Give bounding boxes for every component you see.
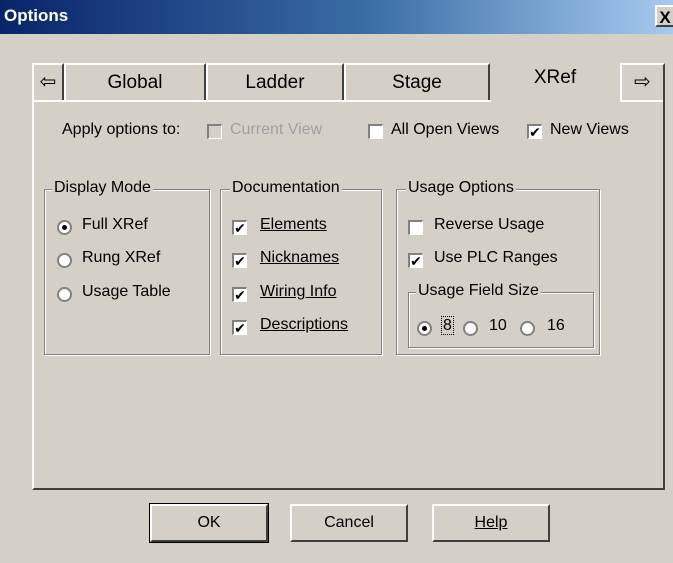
tab-xref[interactable]: XRef: [490, 60, 620, 98]
left-arrow-icon: ⇦: [39, 71, 57, 93]
tab-stage[interactable]: Stage: [344, 63, 490, 101]
new-views-checkbox[interactable]: ✔: [527, 124, 542, 139]
rung-xref-radio[interactable]: [57, 253, 72, 268]
all-open-views-checkbox[interactable]: [368, 124, 383, 139]
documentation-title: Documentation: [230, 179, 342, 197]
usage-field-size-title: Usage Field Size: [416, 282, 541, 300]
help-button[interactable]: Help: [432, 504, 550, 542]
full-xref-radio[interactable]: [57, 220, 72, 235]
current-view-label: Current View: [230, 121, 323, 138]
display-mode-title: Display Mode: [52, 179, 153, 197]
descriptions-label[interactable]: Descriptions: [260, 316, 348, 334]
usage-table-radio[interactable]: [57, 287, 72, 302]
tab-ladder[interactable]: Ladder: [206, 63, 344, 101]
use-plc-ranges-checkbox[interactable]: ✔: [408, 253, 423, 268]
field-size-8-text: 8: [441, 316, 454, 335]
descriptions-checkbox[interactable]: ✔: [232, 320, 247, 335]
tab-global[interactable]: Global: [64, 63, 206, 101]
all-open-views-label[interactable]: All Open Views: [391, 121, 499, 139]
new-views-label[interactable]: New Views: [550, 121, 629, 139]
field-size-10-label[interactable]: 10: [489, 317, 507, 335]
wiring-info-checkbox[interactable]: ✔: [232, 287, 247, 302]
usage-table-label[interactable]: Usage Table: [82, 283, 171, 301]
display-mode-group: [44, 189, 210, 355]
reverse-usage-checkbox[interactable]: [408, 220, 423, 235]
field-size-8-label[interactable]: 8: [441, 316, 454, 335]
elements-label[interactable]: Elements: [260, 216, 327, 234]
close-button[interactable]: X: [655, 5, 673, 27]
tab-global-label: Global: [107, 72, 163, 93]
apply-options-label: Apply options to:: [62, 121, 181, 138]
tab-stage-label: Stage: [392, 72, 442, 93]
field-size-16-radio[interactable]: [520, 321, 535, 336]
tab-scroll-left-button[interactable]: ⇦: [32, 63, 64, 101]
tab-scroll-right-button[interactable]: ⇨: [620, 63, 665, 101]
field-size-8-radio[interactable]: [417, 321, 432, 336]
window-title: Options: [4, 6, 69, 25]
right-arrow-icon: ⇨: [634, 71, 651, 93]
cancel-button[interactable]: Cancel: [290, 504, 408, 542]
wiring-info-label[interactable]: Wiring Info: [260, 283, 336, 301]
nicknames-checkbox[interactable]: ✔: [232, 253, 247, 268]
nicknames-label[interactable]: Nicknames: [260, 249, 339, 267]
field-size-10-radio[interactable]: [463, 321, 478, 336]
options-dialog: Options X ⇦ Global Ladder Stage XRef ⇨ A…: [0, 0, 673, 563]
current-view-checkbox: [207, 124, 222, 139]
usage-options-title: Usage Options: [406, 179, 516, 197]
full-xref-label[interactable]: Full XRef: [82, 216, 148, 234]
use-plc-ranges-label[interactable]: Use PLC Ranges: [434, 249, 558, 267]
tab-xref-label: XRef: [533, 67, 577, 88]
tab-ladder-label: Ladder: [245, 72, 305, 93]
title-bar[interactable]: Options X: [0, 0, 673, 34]
help-button-label: Help: [474, 514, 508, 531]
reverse-usage-label[interactable]: Reverse Usage: [434, 216, 544, 234]
rung-xref-label[interactable]: Rung XRef: [82, 249, 160, 267]
field-size-16-label[interactable]: 16: [547, 317, 565, 335]
elements-checkbox[interactable]: ✔: [232, 220, 247, 235]
ok-button[interactable]: OK: [149, 503, 269, 543]
